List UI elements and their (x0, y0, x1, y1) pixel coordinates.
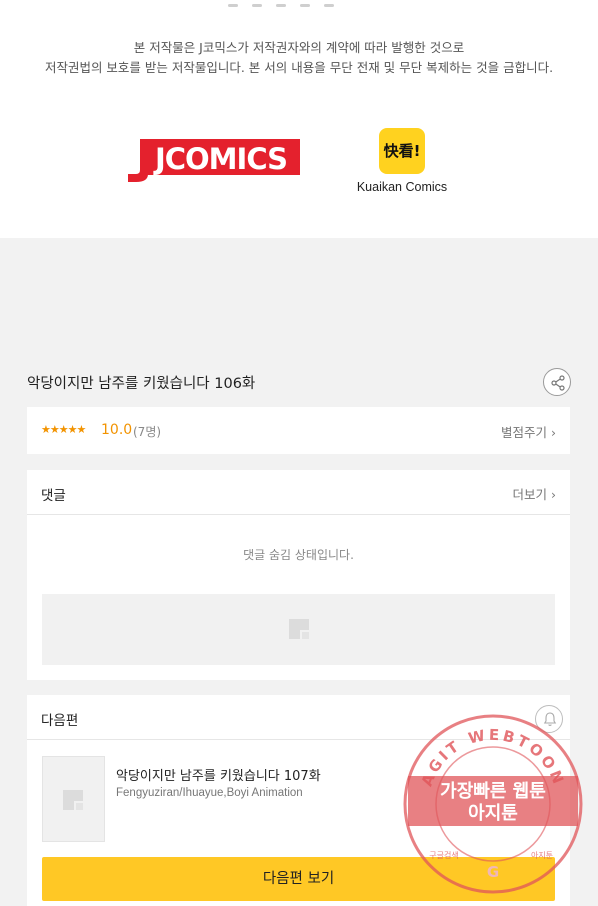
kuaikan-logo: 快看! (379, 128, 425, 174)
share-icon (551, 375, 565, 391)
comment-card: 댓글 더보기 › 댓글 숨김 상태입니다. (27, 470, 570, 680)
kuaikan-name: Kuaikan Comics (356, 180, 448, 194)
copyright-notice-line-1: 본 저작물은 J코믹스가 저작권자와의 계약에 따라 발행한 것으로 (133, 40, 465, 55)
next-episode-title[interactable]: 악당이지만 남주를 키웠습니다 107화 (116, 765, 321, 784)
kuaikan-logo-text: 快看! (383, 142, 421, 160)
rating-card: ★★★★★ 10.0 (7명) 별점주기 › (27, 407, 570, 454)
rating-stars: ★★★★★ (41, 423, 86, 436)
image-placeholder-icon (289, 619, 309, 639)
share-button[interactable] (543, 368, 571, 396)
notify-button[interactable] (535, 705, 563, 733)
publisher-notice-section: 본 저작물은 J코믹스가 저작권자와의 계약에 따라 발행한 것으로 저작권법의… (0, 0, 598, 238)
jcomics-logo-text: JCOMICS (153, 142, 287, 176)
rate-button[interactable]: 별점주기 › (501, 422, 556, 441)
next-episode-header: 다음편 (27, 695, 570, 740)
bell-icon (543, 712, 557, 726)
comment-more-link[interactable]: 더보기 › (513, 484, 556, 503)
jcomics-logo: JCOMICS (128, 139, 300, 182)
rating-count: (7명) (133, 425, 162, 439)
cropped-text-fragment (228, 0, 368, 7)
ad-placeholder (42, 594, 555, 665)
episode-title: 악당이지만 남주를 키웠습니다 106화 (27, 376, 256, 392)
rating-score: 10.0 (101, 422, 133, 438)
image-placeholder-icon (63, 790, 83, 810)
next-episode-authors: Fengyuziran/Ihuayue,Boyi Animation (116, 787, 303, 799)
next-episode-button[interactable]: 다음편 보기 (42, 857, 555, 901)
next-episode-label: 다음편 (41, 713, 79, 729)
next-episode-thumbnail[interactable] (42, 756, 105, 842)
comment-header: 댓글 더보기 › (27, 470, 570, 515)
comment-hidden-message: 댓글 숨김 상태입니다. (243, 548, 354, 562)
copyright-notice-line-2: 저작권법의 보호를 받는 저작물입니다. 본 서의 내용을 무단 전재 및 무단… (44, 60, 554, 75)
comment-label: 댓글 (41, 488, 66, 504)
